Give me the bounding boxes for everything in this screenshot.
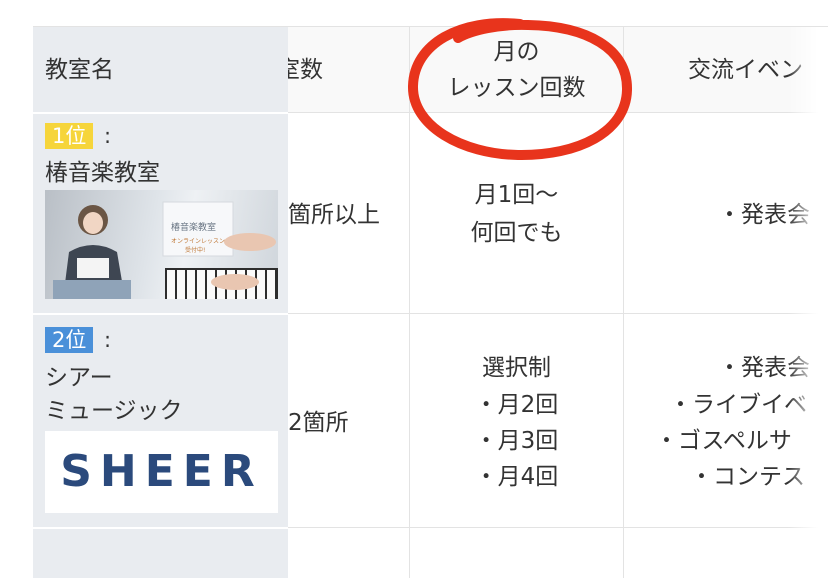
row-separator: [33, 313, 288, 315]
row1-lessons-line1: 月1回〜: [474, 182, 559, 208]
thumbnail-accepting: 受付中!: [185, 247, 206, 254]
row2-events-line2: ・ライブイベ: [669, 392, 807, 418]
school-name-1[interactable]: 椿音楽教室: [45, 155, 160, 191]
annotation-circle: [407, 18, 633, 161]
header-events: 交流イベン: [688, 57, 803, 83]
row-separator: [33, 112, 288, 114]
rank-colon: :: [104, 328, 112, 352]
sheer-logo-text: SHEER: [60, 446, 263, 497]
row2-lessons-line3: ・月3回: [474, 428, 559, 454]
row2-events-line3: ・ゴスペルサ: [655, 428, 792, 454]
row2-rooms: 2箇所: [288, 410, 349, 436]
row-separator: [33, 527, 288, 529]
school-logo-2[interactable]: SHEER: [45, 431, 278, 513]
school-name-2-line2[interactable]: ミュージック: [45, 393, 183, 429]
row1-rooms: 箇所以上: [288, 202, 380, 228]
grid-row1-bottom: [288, 313, 828, 314]
scroll-fade: [788, 27, 828, 578]
school-thumbnail-1[interactable]: 椿音楽教室 オンラインレッスン 受付中!: [45, 190, 278, 299]
thumbnail-online: オンラインレッスン: [171, 238, 226, 245]
grid-row2-bottom: [288, 527, 828, 528]
row2-lessons-line4: ・月4回: [474, 464, 559, 490]
school-name-2-line1[interactable]: シアー: [45, 360, 113, 396]
row1-lessons-line2: 何回でも: [470, 220, 563, 246]
rank-colon: :: [104, 124, 112, 148]
piano-teacher-image: [53, 201, 278, 299]
header-name: 教室名: [45, 57, 114, 83]
row2-lessons-line2: ・月2回: [474, 392, 559, 418]
sticky-name-column: 教室名 1位 : 椿音楽教室 椿音楽教室 オンラインレッスン 受付中! 2位:…: [33, 27, 288, 578]
rank-badge-2: 2位: [45, 327, 94, 353]
thumbnail-title: 椿音楽教室: [171, 223, 217, 233]
row2-lessons-line1: 選択制: [482, 355, 551, 381]
rank-badge-1: 1位: [45, 123, 94, 149]
